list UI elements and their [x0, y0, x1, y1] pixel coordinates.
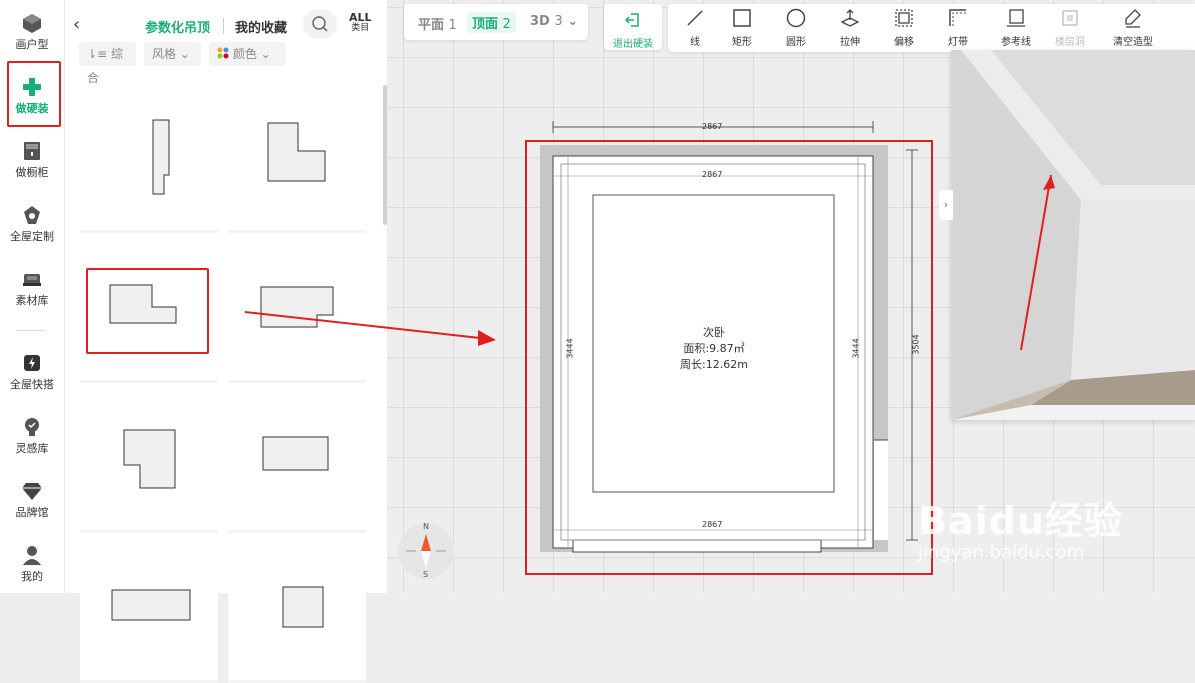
rail-label: 品牌馆 — [15, 506, 49, 519]
watermark-url: jingyan.baidu.com — [918, 542, 1085, 563]
dimension-label: 2867 — [702, 122, 723, 131]
design-canvas[interactable]: 平面 1 顶面 2 3D 3 ⌄ 退出硬装 线 矩形 圆形 拉伸 偏移 灯带 参… — [388, 0, 1195, 593]
rail-label: 素材库 — [15, 294, 49, 307]
3d-preview-panel[interactable] — [951, 50, 1195, 420]
rail-item-custom[interactable]: 全屋定制 — [0, 204, 64, 244]
panel-scrollbar[interactable] — [383, 85, 387, 225]
rail-item-cabinet[interactable]: 做橱柜 — [0, 140, 64, 180]
sofa-icon — [23, 274, 41, 286]
search-button[interactable] — [303, 9, 337, 39]
rail-label: 做硬装 — [15, 102, 49, 115]
rail-item-floorplan[interactable]: 画户型 — [0, 12, 64, 52]
3d-room-render — [951, 50, 1195, 420]
all-label: ALL — [349, 11, 372, 24]
rail-item-quick-build[interactable]: 全屋快搭 — [0, 352, 64, 392]
ceiling-shape-thumbnail — [260, 286, 334, 328]
ceiling-shape-thumbnail — [262, 436, 329, 471]
ceiling-shape-thumbnail — [282, 586, 324, 628]
compass-south: S — [423, 570, 429, 579]
ceiling-shape-thumbnail — [111, 589, 191, 621]
ceiling-item-card[interactable] — [228, 385, 366, 533]
ceiling-shape-thumbnail — [123, 429, 176, 489]
baidu-watermark: Baidu经验 jingyan.baidu.com — [918, 470, 1195, 590]
rail-divider — [16, 330, 46, 331]
selected-card-highlight — [86, 268, 209, 354]
palette-icon — [217, 47, 229, 59]
ceiling-item-card[interactable] — [228, 535, 366, 683]
rail-label: 画户型 — [15, 38, 49, 51]
diamond-icon — [22, 483, 42, 500]
hard-decor-icon — [23, 78, 41, 96]
user-icon — [23, 546, 41, 565]
back-icon[interactable]: ‹ — [73, 14, 80, 35]
rail-label: 全屋快搭 — [10, 378, 54, 391]
compass[interactable]: N S — [396, 520, 456, 584]
filter-color[interactable]: 颜色 ⌄ — [209, 42, 286, 66]
rail-item-mine[interactable]: 我的 — [0, 544, 64, 584]
watermark-brand: Baidu经验 — [918, 499, 1123, 543]
tab-divider — [223, 18, 224, 34]
sort-icon: ⇂≡ — [87, 47, 108, 61]
rail-label: 我的 — [21, 570, 43, 583]
left-rail: 画户型 做硬装 做橱柜 全屋定制 素材库 全屋快搭 灵感库 品牌馆 我的 — [0, 0, 65, 593]
tab-favorites[interactable]: 我的收藏 — [235, 17, 287, 36]
lightning-icon — [24, 355, 40, 371]
tab-parametric-ceiling[interactable]: 参数化吊顶 — [145, 17, 210, 36]
filter-style[interactable]: 风格 ⌄ — [144, 42, 201, 66]
rail-item-inspiration[interactable]: 灵感库 — [0, 416, 64, 456]
category-label: 类目 — [351, 23, 370, 33]
rail-item-hard-decor[interactable]: 做硬装 — [0, 76, 64, 116]
chevron-down-icon: ⌄ — [260, 47, 271, 61]
ceiling-shape-thumbnail — [152, 119, 170, 195]
ceiling-shape-thumbnail — [267, 122, 326, 182]
rail-label: 做橱柜 — [15, 166, 49, 179]
ceiling-item-card[interactable] — [80, 535, 218, 683]
rail-item-materials[interactable]: 素材库 — [0, 268, 64, 308]
collapse-preview-button[interactable]: › — [939, 190, 953, 220]
rail-label: 灵感库 — [15, 442, 49, 455]
ceiling-item-card[interactable] — [80, 85, 218, 233]
rail-item-brand[interactable]: 品牌馆 — [0, 480, 64, 520]
ceiling-item-card[interactable] — [228, 235, 366, 383]
custom-icon — [24, 206, 40, 224]
ceiling-item-card[interactable] — [228, 85, 366, 233]
plan-highlight-box — [525, 140, 933, 575]
compass-north: N — [423, 522, 429, 531]
all-categories-button[interactable]: ALL 类目 — [349, 11, 372, 33]
filter-label: 风格 — [152, 47, 177, 61]
ceiling-item-card[interactable] — [80, 385, 218, 533]
filter-label: 颜色 — [232, 47, 257, 61]
search-icon — [312, 16, 328, 32]
cabinet-icon — [24, 142, 40, 160]
chevron-down-icon: ⌄ — [179, 47, 190, 61]
house-icon — [23, 14, 41, 33]
rail-label: 全屋定制 — [10, 230, 54, 243]
filter-sort[interactable]: ⇂≡ 综合 — [79, 42, 136, 85]
bulb-icon — [25, 418, 39, 436]
